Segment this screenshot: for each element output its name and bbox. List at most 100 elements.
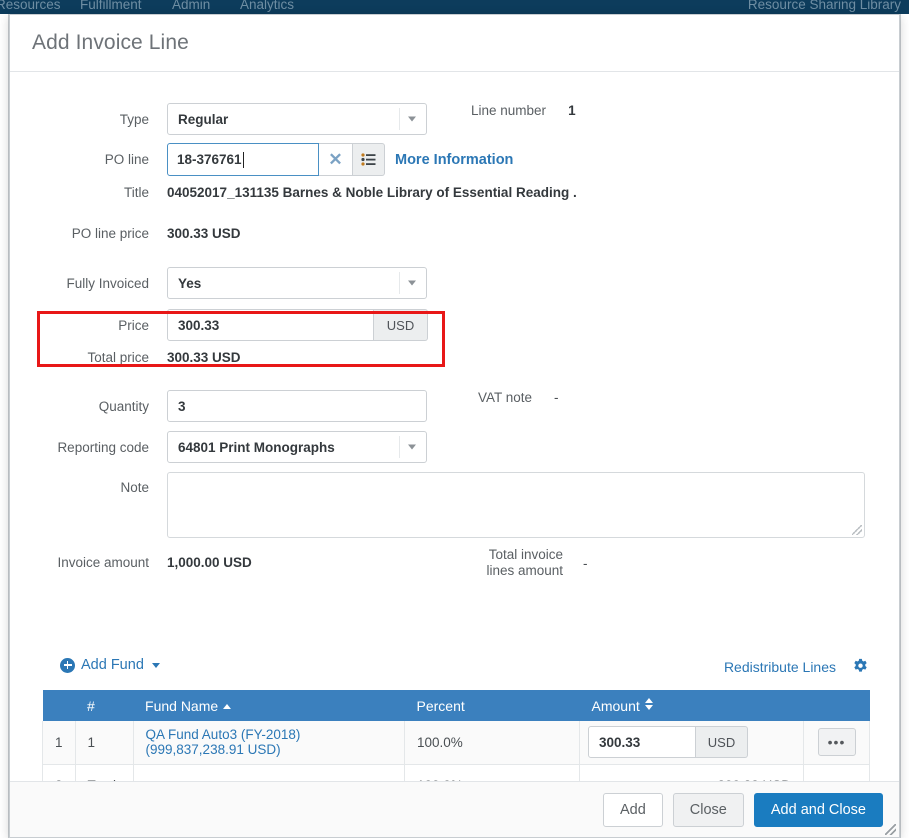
- row-percent: 100.0%: [404, 721, 580, 765]
- price-label: Price: [118, 317, 149, 333]
- column-header-actions: [803, 690, 870, 721]
- column-header-index: [42, 690, 76, 721]
- fully-invoiced-select-value: Yes: [178, 275, 202, 291]
- amount-input-value: 300.33: [599, 734, 641, 750]
- add-fund-label: Add Fund: [81, 657, 144, 673]
- nav-item-fulfillment[interactable]: Fulfillment: [80, 0, 142, 12]
- total-invoice-lines-amount-value: -: [583, 555, 588, 571]
- quantity-label: Quantity: [98, 398, 149, 414]
- fully-invoiced-select[interactable]: Yes: [167, 267, 427, 299]
- total-price-label: Total price: [87, 350, 149, 365]
- sort-ascending-icon: [223, 703, 232, 709]
- fully-invoiced-select-divider: [399, 272, 400, 294]
- column-header-amount-label: Amount: [591, 697, 640, 714]
- gear-icon[interactable]: [852, 658, 869, 680]
- note-textarea-value: [168, 473, 864, 489]
- note-textarea[interactable]: [167, 472, 865, 538]
- title-label: Title: [123, 185, 149, 200]
- field-row-total-invoice-lines-amount: Total invoice lines amount -: [473, 547, 588, 579]
- reporting-code-select-value: 64801 Print Monographs: [178, 439, 335, 455]
- reporting-code-select-divider: [399, 436, 400, 458]
- note-label: Note: [120, 480, 149, 495]
- total-invoice-lines-amount-label: Total invoice lines amount: [486, 547, 563, 578]
- background-divider-right: [900, 14, 901, 838]
- reporting-code-label: Reporting code: [57, 439, 149, 455]
- fund-name-link[interactable]: QA Fund Auto3 (FY-2018) (999,837,238.91 …: [146, 727, 301, 757]
- add-fund-button[interactable]: Add Fund: [60, 657, 160, 673]
- field-row-note: Note: [34, 472, 865, 538]
- column-header-fund-name[interactable]: Fund Name: [133, 690, 405, 721]
- nav-item-admin[interactable]: Admin: [172, 0, 210, 12]
- dialog-footer: Add Close Add and Close: [10, 781, 899, 837]
- add-and-close-button[interactable]: Add and Close: [753, 792, 883, 827]
- add-button[interactable]: Add: [602, 792, 663, 827]
- vat-note-value: -: [554, 390, 559, 405]
- fund-distribution-table: # Fund Name Percent Amount 1 1 QA Fund A…: [42, 690, 870, 781]
- table-header-row: # Fund Name Percent Amount: [42, 690, 870, 721]
- close-icon[interactable]: ✕: [319, 143, 353, 176]
- close-button[interactable]: Close: [672, 792, 744, 827]
- amount-currency-addon: USD: [696, 726, 748, 759]
- amount-input[interactable]: 300.33: [588, 726, 696, 759]
- total-price-value: 300.33 USD: [167, 350, 241, 365]
- amount-control-group: 300.33 USD: [588, 726, 795, 759]
- row-fund-name: -: [132, 764, 406, 781]
- add-invoice-line-dialog: Add Invoice Line Type Regular Line numbe…: [9, 14, 900, 838]
- text-cursor: [242, 151, 244, 168]
- top-navigation-bar: Resources Fulfillment Admin Analytics Re…: [0, 0, 909, 14]
- field-row-vat-note: VAT note -: [478, 390, 559, 405]
- row-amount-total: 300.33 USD: [579, 764, 804, 781]
- po-line-input[interactable]: 18-376761: [167, 143, 319, 176]
- sort-toggle-icon: [644, 697, 653, 710]
- chevron-down-icon: [408, 444, 416, 450]
- row-number: Total: [74, 764, 134, 781]
- column-header-number[interactable]: #: [75, 690, 134, 721]
- column-header-fund-name-label: Fund Name: [145, 697, 219, 714]
- dialog-resize-handle-icon[interactable]: [885, 824, 896, 835]
- field-row-po-line: PO line 18-376761 ✕ More Information: [34, 143, 513, 176]
- dialog-title: Add Invoice Line: [32, 31, 189, 54]
- type-select-value: Regular: [178, 111, 229, 127]
- row-actions-button[interactable]: •••: [817, 728, 856, 757]
- type-select[interactable]: Regular: [167, 103, 427, 135]
- row-index: 2: [42, 764, 76, 781]
- chevron-down-icon: [151, 662, 160, 668]
- institution-label[interactable]: Resource Sharing Library: [748, 0, 901, 12]
- field-row-total-price: Total price 300.33 USD: [34, 350, 241, 365]
- line-number-label: Line number: [471, 103, 547, 118]
- dialog-header: Add Invoice Line: [10, 15, 899, 72]
- quantity-input[interactable]: 3: [167, 390, 427, 422]
- field-row-title: Title 04052017_131135 Barnes & Noble Lib…: [34, 185, 577, 200]
- chevron-down-icon: [408, 280, 416, 286]
- type-label: Type: [119, 111, 149, 127]
- invoice-amount-value: 1,000.00 USD: [167, 555, 252, 570]
- table-header: # Fund Name Percent Amount: [42, 690, 870, 721]
- table-row: 2 Total - 100.0% 300.33 USD: [42, 764, 870, 781]
- price-input[interactable]: 300.33: [167, 309, 374, 341]
- field-row-fully-invoiced: Fully Invoiced Yes: [34, 267, 427, 299]
- price-input-value: 300.33: [178, 317, 220, 333]
- row-percent: 100.0%: [404, 764, 580, 781]
- field-row-price: Price 300.33 USD: [34, 309, 428, 341]
- table-row[interactable]: 1 1 QA Fund Auto3 (FY-2018) (999,837,238…: [42, 721, 870, 765]
- nav-item-resources[interactable]: Resources: [0, 0, 61, 12]
- column-header-percent[interactable]: Percent: [404, 690, 580, 721]
- type-select-divider: [399, 108, 400, 130]
- more-information-link[interactable]: More Information: [395, 152, 513, 168]
- vat-note-label: VAT note: [478, 390, 533, 405]
- list-icon[interactable]: [353, 143, 385, 176]
- po-line-price-label: PO line price: [71, 226, 149, 241]
- quantity-input-value: 3: [178, 398, 186, 414]
- redistribute-lines-link[interactable]: Redistribute Lines: [724, 659, 836, 675]
- row-index: 1: [42, 721, 76, 765]
- chevron-down-icon: [408, 116, 416, 122]
- nav-item-analytics[interactable]: Analytics: [240, 0, 294, 12]
- resize-handle-icon[interactable]: [852, 525, 862, 535]
- row-amount-cell: 300.33 USD: [579, 721, 804, 765]
- column-header-amount[interactable]: Amount: [579, 690, 804, 721]
- reporting-code-select[interactable]: 64801 Print Monographs: [167, 431, 427, 463]
- po-line-control-group: 18-376761 ✕ More Information: [167, 143, 513, 176]
- table-body: 1 1 QA Fund Auto3 (FY-2018) (999,837,238…: [42, 721, 870, 781]
- title-value: 04052017_131135 Barnes & Noble Library o…: [167, 185, 577, 200]
- field-row-reporting-code: Reporting code 64801 Print Monographs: [34, 431, 427, 463]
